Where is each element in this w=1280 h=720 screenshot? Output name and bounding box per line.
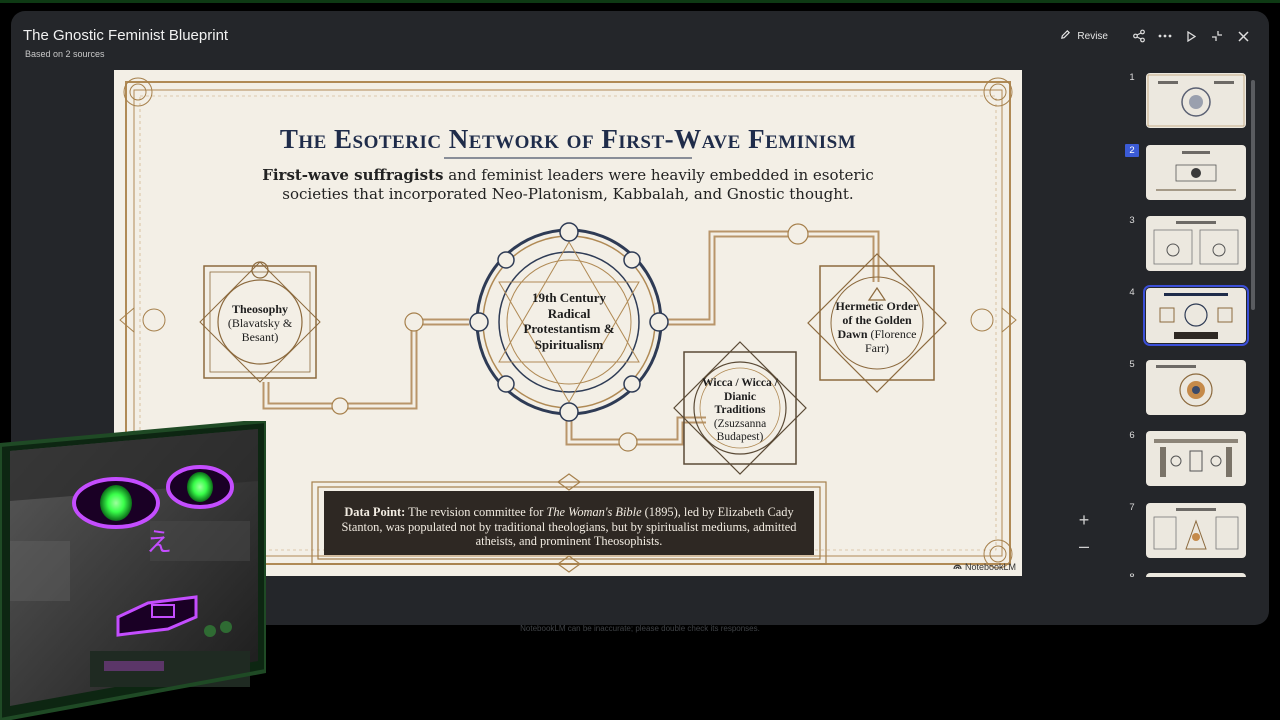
play-icon[interactable] — [1178, 26, 1204, 46]
theosophy-node: Theosophy (Blavatsky & Besant) — [224, 302, 296, 344]
slide-title: The Esoteric Network of First-Wave Femin… — [279, 124, 857, 154]
thumbnail-number: 6 — [1129, 430, 1135, 441]
svg-text:え: え — [146, 528, 172, 558]
revise-button[interactable]: Revise — [1054, 26, 1114, 46]
thumbnail-slide-3[interactable]: 3 — [1125, 213, 1255, 271]
notebooklm-badge-label: NotebookLM — [964, 562, 1016, 572]
wicca-title: Wicca / Wicca / Dianic Traditions — [702, 377, 778, 416]
center-node-label: 19th Century Radical Protestantism & Spi… — [523, 290, 615, 352]
notebooklm-logo-icon — [953, 562, 962, 572]
thumbnail-image[interactable] — [1146, 431, 1246, 486]
thumbnail-slide-7[interactable]: 7 — [1125, 500, 1255, 558]
thumbnail-number: 2 — [1125, 144, 1139, 157]
golden-dawn-node: Hermetic Order of the Golden Dawn (Flore… — [830, 299, 924, 355]
thumbnail-number: 7 — [1129, 502, 1135, 513]
thumbnail-number: 4 — [1129, 287, 1135, 298]
notebooklm-badge: NotebookLM — [953, 562, 1016, 572]
thumbnail-slide-6[interactable]: 6 — [1125, 428, 1255, 486]
thumbnail-image[interactable] — [1146, 360, 1246, 415]
data-point-text-a: The revision committee for — [405, 505, 547, 519]
zoom-out-button[interactable]: – — [1072, 535, 1096, 557]
theosophy-sub: (Blavatsky & Besant) — [227, 316, 293, 344]
thumbnail-number: 3 — [1129, 215, 1135, 226]
webcam-overlay: え — [0, 418, 268, 720]
thumbnail-number: 5 — [1129, 359, 1135, 370]
collapse-icon[interactable] — [1204, 26, 1230, 46]
thumbnail-image[interactable] — [1146, 145, 1246, 200]
viewer-toolbar: Revise — [1054, 26, 1256, 46]
data-point-text: Data Point: The revision committee for T… — [324, 505, 814, 549]
slide-thumbnail-list[interactable]: 1 2 3 4 5 6 7 — [1125, 70, 1255, 577]
thumbnail-slide-2[interactable]: 2 — [1125, 142, 1255, 200]
thumbnail-slide-1[interactable]: 1 — [1125, 70, 1255, 128]
data-point-box: Data Point: The revision committee for T… — [324, 491, 814, 555]
slide-intro: First-wave suffragists and feminist lead… — [254, 166, 882, 204]
center-node: 19th Century Radical Protestantism & Spi… — [519, 290, 619, 352]
thumbnail-number: 8 — [1125, 572, 1139, 577]
minus-icon: – — [1078, 535, 1089, 556]
thumbnail-slide-8[interactable]: 8 — [1125, 570, 1255, 577]
thumbnail-image[interactable] — [1146, 73, 1246, 128]
thumbnail-slide-4[interactable]: 4 — [1125, 285, 1255, 346]
page-title: The Gnostic Feminist Blueprint — [23, 27, 229, 44]
share-icon[interactable] — [1126, 26, 1152, 46]
zoom-in-button[interactable]: + — [1072, 509, 1096, 531]
revise-label: Revise — [1077, 30, 1108, 42]
avatar-image: え — [0, 418, 268, 720]
pencil-icon — [1060, 29, 1071, 43]
close-icon[interactable] — [1230, 26, 1256, 46]
more-icon[interactable] — [1152, 26, 1178, 46]
window-top-strip — [0, 0, 1280, 3]
thumbnail-number: 1 — [1129, 72, 1135, 83]
data-point-label: Data Point: — [344, 505, 406, 519]
thumbnail-image-active[interactable] — [1143, 285, 1249, 346]
wicca-node: Wicca / Wicca / Dianic Traditions (Zsuzs… — [699, 377, 781, 445]
thumbnail-slide-5[interactable]: 5 — [1125, 357, 1255, 415]
thumbnail-scrollbar[interactable] — [1251, 80, 1255, 310]
wicca-sub: (Zsuzsanna Budapest) — [713, 417, 767, 444]
golden-dawn-sub: (Florence Farr) — [865, 327, 917, 355]
book-title: The Woman's Bible — [546, 505, 642, 519]
thumbnail-image[interactable] — [1146, 503, 1246, 558]
sources-subtitle: Based on 2 sources — [25, 49, 105, 59]
intro-bold: First-wave suffragists — [262, 166, 444, 184]
thumbnail-image[interactable] — [1146, 573, 1246, 577]
thumbnail-image[interactable] — [1146, 216, 1246, 271]
theosophy-title: Theosophy — [231, 302, 289, 316]
plus-icon: + — [1078, 509, 1090, 530]
